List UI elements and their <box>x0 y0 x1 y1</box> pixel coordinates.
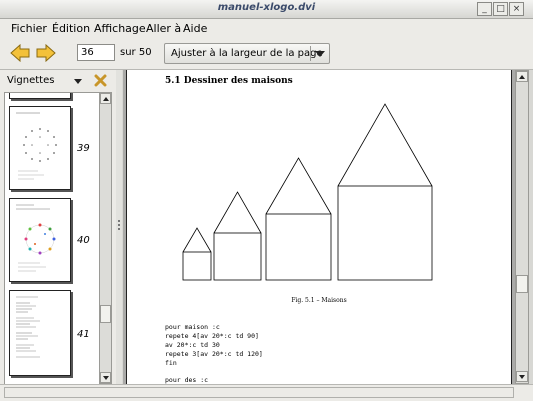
menu-aller-a[interactable]: Aller à <box>146 22 181 35</box>
code-line: repete 3[av 20*:c td 120] <box>165 350 263 358</box>
status-bar <box>0 384 533 401</box>
sidebar-scrollbar[interactable] <box>99 92 112 384</box>
chevron-down-icon[interactable] <box>315 51 325 57</box>
zoom-select[interactable]: Ajuster à la largeur de la page <box>164 43 330 64</box>
doc-scroll-up-button[interactable] <box>516 71 528 82</box>
chevron-up-icon <box>519 75 525 79</box>
chevron-down-icon <box>103 376 109 380</box>
doc-scroll-thumb[interactable] <box>516 275 528 293</box>
document-page: 5.1 Dessiner des maisons Fig. 5.1 – Mais… <box>126 70 512 384</box>
thumbnail-page-38[interactable] <box>9 93 71 99</box>
close-icon[interactable] <box>94 74 107 87</box>
code-line: pour des :c <box>165 376 209 384</box>
thumbnail-page-39[interactable] <box>9 106 71 190</box>
code-line: repete 4[av 20*:c td 90] <box>165 332 259 340</box>
menu-aide[interactable]: Aide <box>183 22 207 35</box>
thumbnail-page-40[interactable] <box>9 198 71 282</box>
close-window-button[interactable]: × <box>509 2 524 16</box>
thumbnail-page-41[interactable] <box>9 290 71 376</box>
thumbnail-list[interactable]: 39 40 41 <box>4 92 100 386</box>
code-line: av 20*:c td 30 <box>165 341 220 349</box>
code-line: pour maison :c <box>165 323 220 331</box>
thumbnail-label-39: 39 <box>77 143 90 154</box>
toolbar: 36 sur 50 Ajuster à la largeur de la pag… <box>0 38 533 70</box>
thumbnail-label-41: 41 <box>77 329 90 340</box>
chevron-down-icon <box>519 375 525 379</box>
scroll-up-button[interactable] <box>100 93 111 104</box>
code-line: fin <box>165 359 177 367</box>
document-scrollbar[interactable] <box>515 70 529 384</box>
maximize-button[interactable]: □ <box>493 2 508 16</box>
houses-figure <box>182 103 433 281</box>
page-count-label: sur 50 <box>120 47 152 58</box>
zoom-separator <box>310 46 311 61</box>
splitter-grip-dot <box>118 224 120 226</box>
doc-scroll-down-button[interactable] <box>516 371 528 382</box>
splitter-grip-dot <box>118 220 120 222</box>
arrow-left-icon[interactable] <box>10 44 30 62</box>
thumbnail-40-content <box>16 204 56 272</box>
thumbnail-39-content <box>16 112 57 180</box>
sidebar-title: Vignettes <box>7 75 55 86</box>
page-number-input[interactable]: 36 <box>77 44 115 61</box>
document-view[interactable]: 5.1 Dessiner des maisons Fig. 5.1 – Mais… <box>123 70 515 384</box>
chevron-up-icon <box>103 97 109 101</box>
sidebar-header: Vignettes <box>0 70 116 92</box>
sidebar-scroll-thumb[interactable] <box>100 305 111 323</box>
thumbnail-41-content <box>16 296 40 358</box>
splitter-grip-dot <box>118 228 120 230</box>
zoom-select-label: Ajuster à la largeur de la page <box>171 48 323 59</box>
figure-caption: Fig. 5.1 – Maisons <box>291 297 347 304</box>
scroll-down-button[interactable] <box>100 372 111 383</box>
menu-edition[interactable]: Édition <box>52 22 90 35</box>
status-field <box>4 387 514 398</box>
menu-affichage[interactable]: Affichage <box>94 22 146 35</box>
minimize-button[interactable]: _ <box>477 2 492 16</box>
menu-bar: Fichier Édition Affichage Aller à Aide <box>0 19 533 38</box>
window-title: manuel-xlogo.dvi <box>217 2 316 13</box>
sidebar-dropdown-icon[interactable] <box>74 79 82 84</box>
arrow-right-icon[interactable] <box>36 44 56 62</box>
pane-splitter[interactable] <box>116 70 122 384</box>
thumbnail-sidebar: Vignettes 39 40 41 <box>0 70 116 386</box>
menu-fichier[interactable]: Fichier <box>11 22 47 35</box>
title-bar[interactable]: manuel-xlogo.dvi _ □ × <box>0 0 533 19</box>
thumbnail-label-40: 40 <box>77 235 90 246</box>
